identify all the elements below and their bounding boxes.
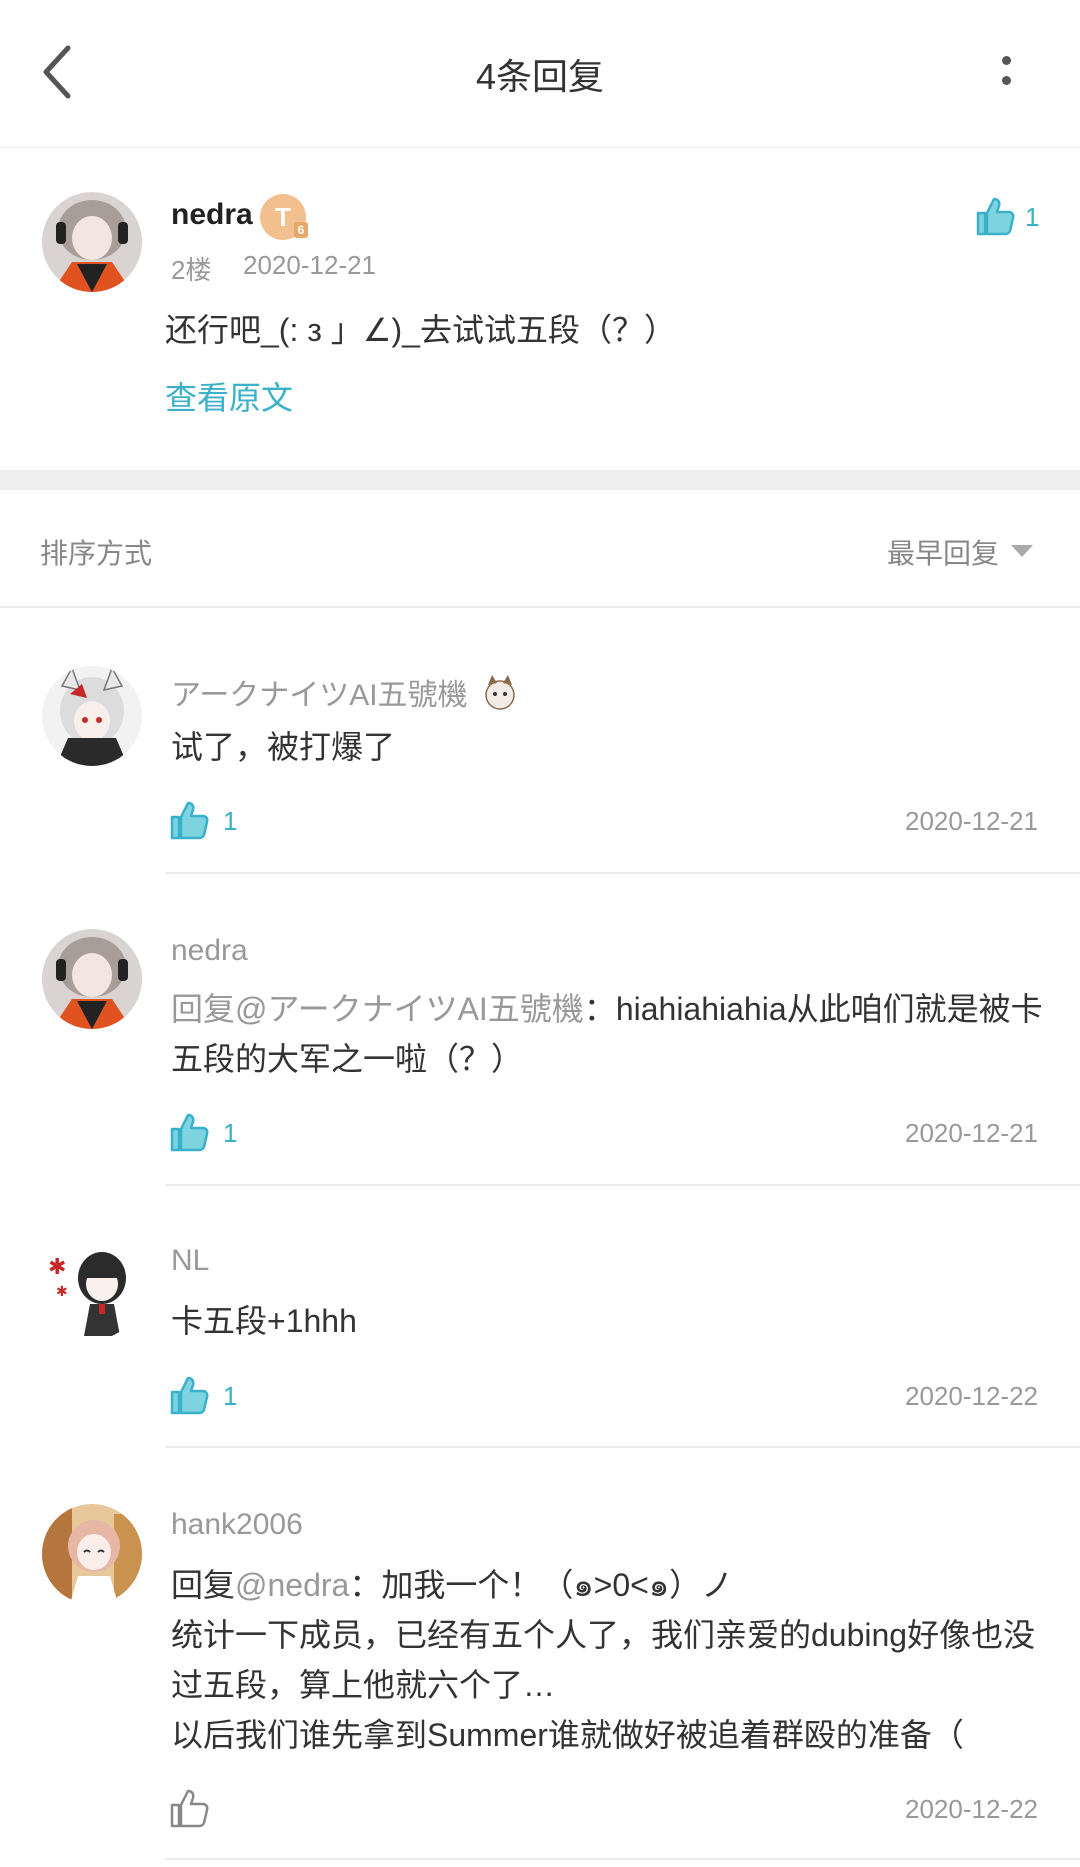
username[interactable]: nedra xyxy=(171,198,253,232)
level-badge: T6 xyxy=(260,194,308,240)
divider xyxy=(165,1446,1080,1448)
reply-date: 2020-12-22 xyxy=(905,1381,1038,1411)
view-original-link[interactable]: 查看原文 xyxy=(165,373,293,419)
thumbs-up-icon[interactable] xyxy=(166,798,210,842)
svg-text:✱: ✱ xyxy=(56,1284,68,1300)
like-count: 1 xyxy=(1025,202,1040,232)
svg-text:✱: ✱ xyxy=(48,1255,66,1280)
section-divider xyxy=(0,470,1080,490)
like-count: 1 xyxy=(223,806,238,836)
reply-text: 回复@アークナイツAI五號機：hiahiahiahia从此咱们就是被卡五段的大军… xyxy=(171,991,1043,1077)
avatar[interactable] xyxy=(42,929,142,1029)
reply-date: 2020-12-21 xyxy=(905,806,1038,836)
sort-dropdown[interactable]: 最早回复 xyxy=(887,532,999,572)
avatar[interactable] xyxy=(42,666,142,766)
top-bar: 4条回复 xyxy=(0,0,1080,148)
sort-bar: 排序方式 最早回复 xyxy=(0,490,1080,608)
thumbs-up-icon[interactable] xyxy=(166,1373,210,1417)
username[interactable]: hank2006 xyxy=(171,1508,303,1542)
username[interactable]: NL xyxy=(171,1244,209,1278)
like-count: 1 xyxy=(223,1381,238,1411)
comment-text: 还行吧_(: з 」∠)_去试试五段（？） xyxy=(165,312,676,348)
page-title: 4条回复 xyxy=(475,56,605,97)
username[interactable]: nedra xyxy=(171,934,248,968)
avatar[interactable]: ✱ ✱ xyxy=(42,1240,142,1340)
divider xyxy=(165,872,1080,874)
reply-date: 2020-12-22 xyxy=(905,1794,1038,1824)
mention-link[interactable]: @nedra xyxy=(235,1567,349,1603)
reply-date: 2020-12-21 xyxy=(905,1118,1038,1148)
thumbs-up-icon[interactable] xyxy=(972,194,1016,238)
divider xyxy=(165,1858,1080,1860)
reply-text: 试了，被打爆了 xyxy=(171,729,396,765)
divider xyxy=(165,1184,1080,1186)
mention-link[interactable]: 回复@アークナイツAI五號機 xyxy=(171,991,584,1027)
username[interactable]: アークナイツAI五號機 xyxy=(171,670,520,714)
comment-date: 2020-12-21 xyxy=(243,250,376,280)
sort-label: 排序方式 xyxy=(40,538,153,569)
cat-mascot-icon xyxy=(485,675,515,710)
avatar[interactable] xyxy=(42,192,142,292)
caret-down-icon[interactable] xyxy=(1011,545,1033,557)
like-count: 1 xyxy=(223,1118,238,1148)
reply-text: 回复@nedra：加我一个！（๑>0<๑）ノ 统计一下成员，已经有五个人了，我们… xyxy=(171,1567,1036,1753)
thumbs-up-icon[interactable] xyxy=(166,1786,210,1830)
thumbs-up-icon[interactable] xyxy=(166,1110,210,1154)
reply-text: 卡五段+1hhh xyxy=(171,1303,357,1339)
floor-number: 2楼 xyxy=(171,255,212,285)
avatar[interactable] xyxy=(42,1504,142,1604)
more-vertical-icon[interactable] xyxy=(985,52,1025,92)
